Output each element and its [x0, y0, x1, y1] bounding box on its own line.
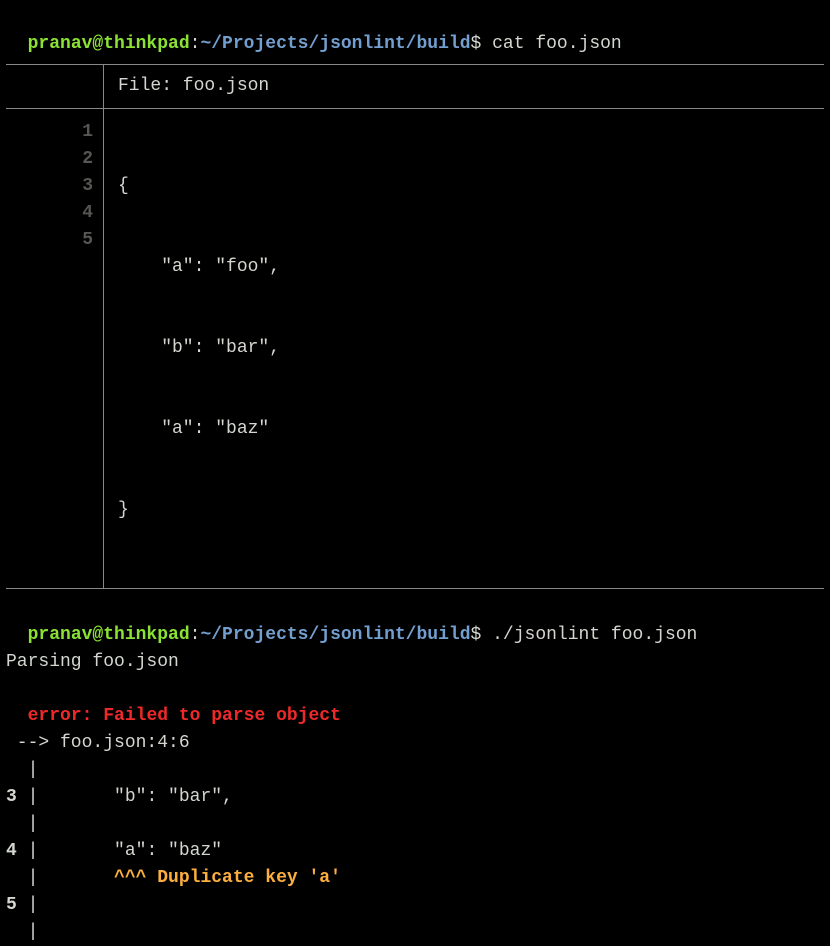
file-header-label: File: foo.json [104, 65, 283, 108]
context-line-5: 5 | [6, 892, 824, 919]
file-header-row: File: foo.json [6, 64, 824, 109]
code-line: "a": "baz" [118, 416, 280, 443]
code-block: 1 2 3 4 5 { "a": "foo", "b": "bar", "a":… [6, 109, 824, 589]
error-message: Failed to parse object [103, 706, 341, 726]
colon: : [190, 625, 201, 645]
cwd-path: ~/Projects/jsonlint/build [200, 34, 470, 54]
caret-marks: ^^^ [114, 868, 157, 888]
error-location: --> foo.json:4:6 [6, 730, 824, 757]
caret-message: Duplicate key 'a' [157, 868, 341, 888]
cwd-path: ~/Projects/jsonlint/build [200, 625, 470, 645]
context-pipe: | [6, 811, 824, 838]
line-number-gutter: 1 2 3 4 5 [6, 109, 104, 588]
file-display-box: File: foo.json 1 2 3 4 5 { "a": "foo", "… [6, 64, 824, 589]
command-text: cat foo.json [481, 34, 621, 54]
context-line-number: 5 [6, 895, 28, 915]
prompt-line-2[interactable]: pranav@thinkpad:~/Projects/jsonlint/buil… [6, 595, 824, 649]
context-code: "a": "baz" [38, 841, 222, 861]
prompt-dollar: $ [471, 625, 482, 645]
caret-line: | ^^^ Duplicate key 'a' [6, 865, 824, 892]
line-number: 5 [6, 227, 93, 254]
prompt-dollar: $ [471, 34, 482, 54]
gutter-header-blank [6, 65, 104, 108]
context-pipe-char: | [28, 787, 39, 807]
code-line: } [118, 497, 280, 524]
error-line: error: Failed to parse object [6, 676, 824, 730]
code-line: "a": "foo", [118, 254, 280, 281]
context-pipe-char: | [28, 841, 39, 861]
prompt-line-1[interactable]: pranav@thinkpad:~/Projects/jsonlint/buil… [6, 4, 824, 58]
context-pipe: | [6, 919, 824, 946]
context-line-4: 4 | "a": "baz" [6, 838, 824, 865]
context-pipe-char: | [28, 895, 39, 915]
code-line: "b": "bar", [118, 335, 280, 362]
user-host: pranav@thinkpad [28, 625, 190, 645]
line-number: 3 [6, 173, 93, 200]
context-pipe: | [6, 757, 824, 784]
error-label: error: [28, 706, 104, 726]
caret-prefix: | [6, 868, 114, 888]
code-line: { [118, 173, 280, 200]
command-text: ./jsonlint foo.json [481, 625, 697, 645]
line-number: 4 [6, 200, 93, 227]
context-line-3: 3 | "b": "bar", [6, 784, 824, 811]
user-host: pranav@thinkpad [28, 34, 190, 54]
parsing-status: Parsing foo.json [6, 649, 824, 676]
context-line-number: 3 [6, 787, 28, 807]
line-number: 2 [6, 146, 93, 173]
colon: : [190, 34, 201, 54]
line-number: 1 [6, 119, 93, 146]
context-line-number: 4 [6, 841, 28, 861]
code-content: { "a": "foo", "b": "bar", "a": "baz" } [104, 109, 294, 588]
context-code: "b": "bar", [38, 787, 232, 807]
